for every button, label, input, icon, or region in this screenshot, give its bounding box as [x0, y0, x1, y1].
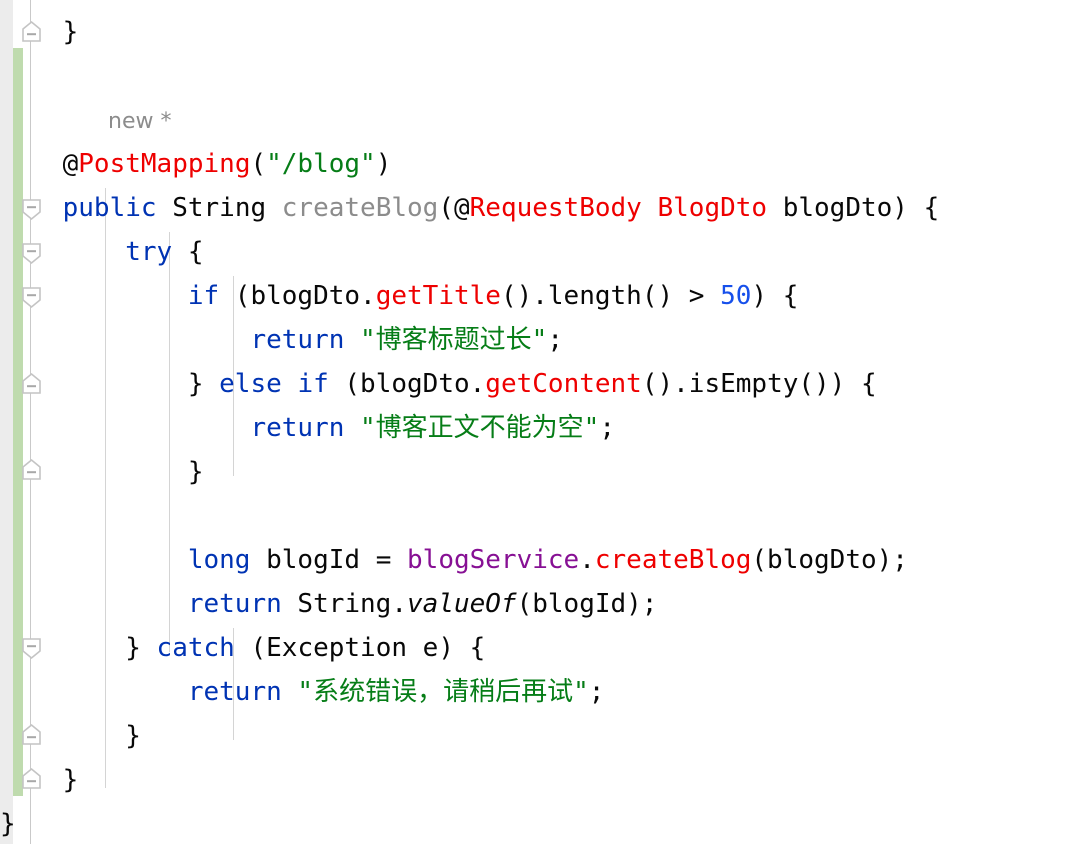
code-line[interactable]: public String createBlog(@RequestBody Bl…: [0, 186, 940, 230]
code-token-default: ;: [588, 677, 605, 707]
code-token-default: ;: [547, 325, 563, 355]
code-token-default: (blogId);: [516, 589, 658, 619]
code-token-default: [0, 237, 125, 267]
code-token-default: blogId =: [250, 545, 408, 575]
code-line[interactable]: @PostMapping("/blog"): [0, 142, 392, 186]
code-token-default: @: [0, 149, 79, 179]
code-token-annotation: RequestBody BlogDto: [469, 193, 768, 223]
code-token-default: [282, 677, 298, 707]
code-token-default: (blogDto);: [751, 545, 908, 575]
code-token-annotation: PostMapping: [78, 149, 251, 179]
code-token-method: createBlog: [594, 545, 752, 575]
code-token-field: blogService: [407, 545, 580, 575]
code-line[interactable]: try {: [0, 230, 204, 274]
code-token-keyword: else: [219, 369, 282, 399]
code-token-default: }: [0, 369, 220, 399]
code-token-default: [0, 193, 63, 223]
code-token-keyword: if: [297, 369, 329, 399]
code-token-default: }: [0, 457, 204, 487]
inlay-hint-new-marker: new *: [108, 109, 172, 134]
code-token-keyword: long: [187, 545, 251, 575]
code-token-default: [282, 369, 298, 399]
code-token-default: }: [0, 809, 16, 839]
code-token-default: }: [0, 17, 79, 47]
code-token-static: valueOf: [407, 589, 517, 619]
code-token-default: [0, 325, 250, 355]
code-token-string: "系统错误，请稍后再试": [297, 677, 589, 707]
code-token-number: 50: [720, 281, 752, 311]
code-content-area[interactable]: } @PostMapping("/blog") public String cr…: [0, 0, 1078, 844]
code-token-default: [0, 545, 188, 575]
code-token-default: .: [579, 545, 595, 575]
code-line[interactable]: }: [0, 802, 16, 846]
code-token-default: ().isEmpty()) {: [641, 369, 877, 399]
code-line[interactable]: }: [0, 450, 204, 494]
code-line[interactable]: return String.valueOf(blogId);: [0, 582, 658, 626]
code-token-default: ) {: [751, 281, 799, 311]
code-token-keyword: try: [125, 237, 173, 267]
code-token-default: ;: [599, 413, 615, 443]
code-line[interactable]: return "博客标题过长";: [0, 318, 563, 362]
code-token-keyword: return: [187, 677, 282, 707]
code-token-keyword: public: [62, 193, 157, 223]
code-token-keyword: if: [187, 281, 220, 311]
code-line[interactable]: }: [0, 714, 141, 758]
code-token-string: "博客标题过长": [360, 325, 548, 355]
code-token-default: ): [375, 149, 392, 179]
code-line[interactable]: } catch (Exception e) {: [0, 626, 485, 670]
code-token-default: [0, 677, 188, 707]
code-line[interactable]: return "系统错误，请稍后再试";: [0, 670, 605, 714]
code-token-default: (: [250, 149, 267, 179]
code-token-keyword: catch: [156, 633, 235, 663]
code-token-default: }: [0, 765, 79, 795]
code-line[interactable]: long blogId = blogService.createBlog(blo…: [0, 538, 908, 582]
code-token-default: blogDto) {: [767, 193, 940, 223]
code-token-method: getContent: [485, 369, 642, 399]
code-token-string: "博客正文不能为空": [360, 413, 600, 443]
code-token-default: (blogDto.: [328, 369, 486, 399]
code-token-default: (@: [438, 193, 470, 223]
code-line[interactable]: }: [0, 10, 79, 54]
code-token-default: String.: [281, 589, 407, 619]
code-token-default: ().length() >: [500, 281, 721, 311]
code-line[interactable]: }: [0, 758, 79, 802]
code-token-default: [0, 281, 188, 311]
code-token-string: "/blog": [266, 149, 376, 179]
code-token-default: }: [0, 633, 157, 663]
code-token-default: [344, 325, 360, 355]
code-line[interactable]: return "博客正文不能为空";: [0, 406, 615, 450]
code-token-default: String: [156, 193, 282, 223]
code-token-default: [344, 413, 360, 443]
code-token-keyword: return: [250, 325, 345, 355]
code-editor[interactable]: } @PostMapping("/blog") public String cr…: [0, 0, 1078, 844]
code-token-method: getTitle: [375, 281, 501, 311]
code-token-dim: createBlog: [281, 193, 439, 223]
code-token-default: [0, 413, 250, 443]
code-token-default: (blogDto.: [219, 281, 376, 311]
code-line[interactable]: } else if (blogDto.getContent().isEmpty(…: [0, 362, 877, 406]
code-line[interactable]: if (blogDto.getTitle().length() > 50) {: [0, 274, 799, 318]
code-token-default: {: [172, 237, 204, 267]
code-token-default: [0, 589, 188, 619]
code-token-keyword: return: [250, 413, 345, 443]
code-token-default: }: [0, 721, 141, 751]
code-token-keyword: return: [187, 589, 282, 619]
code-token-default: (Exception e) {: [234, 633, 486, 663]
